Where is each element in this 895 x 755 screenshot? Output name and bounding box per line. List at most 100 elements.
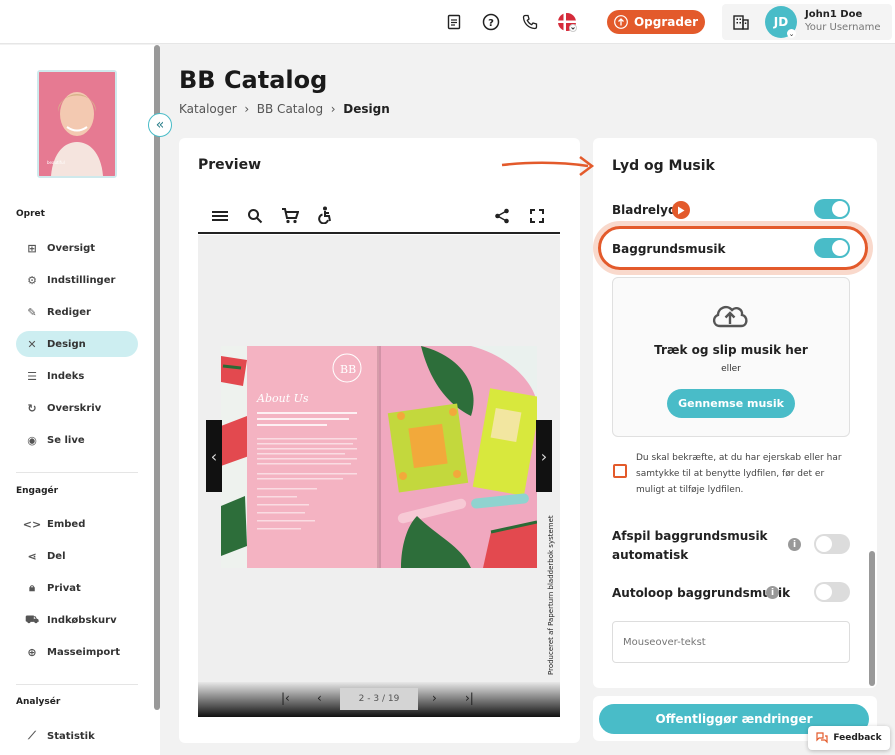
sidebar-item-label: Del bbox=[47, 550, 66, 562]
info-icon[interactable]: i bbox=[788, 538, 801, 551]
search-icon[interactable] bbox=[246, 207, 264, 225]
gear-icon: ⚙ bbox=[27, 273, 37, 287]
feedback-label: Feedback bbox=[833, 733, 882, 743]
sidebar-scrollbar[interactable] bbox=[154, 45, 160, 710]
sidebar-item-privat[interactable]: 🔒︎ Privat bbox=[16, 575, 138, 601]
accessibility-icon[interactable] bbox=[316, 206, 334, 224]
avatar-initials: JD bbox=[773, 15, 789, 29]
autoplay-toggle[interactable] bbox=[814, 534, 850, 554]
produced-by-text: Produceret af Paperturn bladderbok syste… bbox=[547, 515, 555, 675]
mouseover-text-input[interactable] bbox=[612, 621, 850, 663]
section-heading-engager: Engagér bbox=[16, 486, 59, 496]
refresh-icon: ↻ bbox=[27, 401, 37, 415]
chevron-left-icon: ‹ bbox=[210, 446, 218, 466]
design-tools-icon: ✕ bbox=[27, 337, 37, 351]
upgrade-label: Opgrader bbox=[633, 15, 699, 29]
sidebar-item-label: Indeks bbox=[47, 370, 85, 382]
sidebar-item-se-live[interactable]: ◉ Se live bbox=[16, 427, 138, 453]
sidebar-item-label: Rediger bbox=[47, 306, 91, 318]
sidebar-item-indkobskurv[interactable]: ⛟ Indkøbskurv bbox=[16, 607, 138, 633]
sidebar-item-design[interactable]: ✕ Design bbox=[16, 331, 138, 357]
toggle-knob bbox=[816, 536, 832, 552]
first-page-icon[interactable]: |‹ bbox=[281, 691, 290, 705]
collapse-sidebar-button[interactable]: « bbox=[148, 113, 172, 137]
sidebar-item-label: Privat bbox=[47, 582, 81, 594]
last-page-icon[interactable]: ›| bbox=[465, 691, 474, 705]
feedback-icon bbox=[816, 732, 828, 744]
sidebar-item-masseimport[interactable]: ⊕ Masseimport bbox=[16, 639, 138, 665]
autoloop-label: Autoloop baggrundsmusik bbox=[612, 586, 791, 600]
toggle-knob bbox=[832, 240, 848, 256]
cart-icon[interactable] bbox=[281, 207, 299, 225]
sidebar-item-indeks[interactable]: ☰ Indeks bbox=[16, 363, 138, 389]
preview-title: Preview bbox=[198, 157, 262, 173]
breadcrumb-separator: › bbox=[240, 102, 253, 116]
phone-icon[interactable] bbox=[520, 12, 540, 32]
flipbook-spread[interactable]: BB About Us bbox=[221, 346, 537, 568]
sidebar-item-del[interactable]: ⋖ Del bbox=[16, 543, 138, 569]
feedback-button[interactable]: Feedback bbox=[808, 726, 890, 750]
dropzone-or: eller bbox=[721, 364, 741, 374]
about-title: About Us bbox=[256, 392, 309, 405]
cart-icon: ⛟ bbox=[25, 612, 39, 626]
catalog-cover-thumbnail[interactable]: beautiful bbox=[37, 70, 117, 178]
sidebar-item-rediger[interactable]: ✎ Rediger bbox=[16, 299, 138, 325]
browse-music-button[interactable]: Gennemse musik bbox=[667, 389, 795, 418]
next-page-arrow[interactable]: › bbox=[536, 420, 552, 492]
consent-checkbox[interactable] bbox=[613, 464, 627, 478]
sidebar-item-overskriv[interactable]: ↻ Overskriv bbox=[16, 395, 138, 421]
upgrade-button[interactable]: Opgrader bbox=[607, 10, 705, 34]
previous-page-arrow[interactable]: ‹ bbox=[206, 420, 222, 492]
sidebar-item-label: Statistik bbox=[47, 730, 95, 742]
prev-page-icon[interactable]: ‹ bbox=[317, 691, 322, 705]
page-sound-toggle[interactable] bbox=[814, 199, 850, 219]
arrow-up-icon bbox=[614, 15, 628, 29]
sound-title: Lyd og Musik bbox=[612, 158, 715, 174]
sidebar-item-statistik[interactable]: ⟋ Statistik bbox=[16, 723, 138, 749]
play-icon[interactable] bbox=[672, 201, 690, 219]
page-title: BB Catalog bbox=[179, 66, 328, 94]
svg-text:?: ? bbox=[488, 18, 494, 29]
breadcrumb-kataloger[interactable]: Kataloger bbox=[179, 102, 237, 116]
sidebar-item-label: Se live bbox=[47, 434, 85, 446]
document-icon[interactable] bbox=[444, 12, 464, 32]
svg-text:beautiful: beautiful bbox=[47, 160, 65, 165]
import-icon: ⊕ bbox=[27, 645, 37, 659]
breadcrumb-design: Design bbox=[343, 102, 390, 116]
page-indicator[interactable]: 2 - 3 / 19 bbox=[340, 688, 418, 710]
chevron-right-icon: › bbox=[540, 446, 548, 466]
cloud-upload-icon bbox=[710, 300, 750, 334]
next-page-icon[interactable]: › bbox=[432, 691, 437, 705]
sidebar-item-label: Indstillinger bbox=[47, 274, 116, 286]
share-icon[interactable] bbox=[493, 207, 511, 225]
sidebar-item-oversigt[interactable]: ⊞ Oversigt bbox=[16, 235, 138, 261]
autoloop-toggle[interactable] bbox=[814, 582, 850, 602]
sidebar-item-label: Masseimport bbox=[47, 646, 120, 658]
pencil-icon: ✎ bbox=[27, 305, 37, 319]
eye-icon: ◉ bbox=[27, 433, 37, 447]
breadcrumb-bb-catalog[interactable]: BB Catalog bbox=[257, 102, 323, 116]
help-icon[interactable]: ? bbox=[481, 12, 501, 32]
share-icon: ⋖ bbox=[27, 549, 37, 563]
sidebar-item-label: Overskriv bbox=[47, 402, 102, 414]
sidebar-divider bbox=[16, 684, 138, 685]
background-music-toggle[interactable] bbox=[814, 238, 850, 258]
lock-icon: 🔒︎ bbox=[29, 581, 35, 594]
panel-scrollbar[interactable] bbox=[869, 551, 875, 686]
section-heading-analyser: Analysér bbox=[16, 697, 61, 707]
chevron-down-icon: ⌄ bbox=[787, 29, 796, 38]
double-chevron-left-icon: « bbox=[155, 117, 165, 133]
info-icon[interactable]: i bbox=[766, 586, 779, 599]
sidebar-item-indstillinger[interactable]: ⚙ Indstillinger bbox=[16, 267, 138, 293]
menu-icon[interactable] bbox=[211, 207, 229, 225]
toggle-knob bbox=[816, 584, 832, 600]
chart-icon: ⟋ bbox=[28, 729, 36, 742]
building-icon[interactable] bbox=[731, 12, 751, 32]
grid-icon: ⊞ bbox=[27, 241, 37, 255]
autoplay-label: Afspil baggrundsmusik automatisk bbox=[612, 527, 768, 565]
flag-icon[interactable] bbox=[557, 12, 577, 32]
sidebar-item-label: Embed bbox=[47, 518, 86, 530]
sidebar-item-embed[interactable]: <> Embed bbox=[16, 511, 138, 537]
background-music-label: Baggrundsmusik bbox=[612, 242, 726, 256]
fullscreen-icon[interactable] bbox=[528, 207, 546, 225]
